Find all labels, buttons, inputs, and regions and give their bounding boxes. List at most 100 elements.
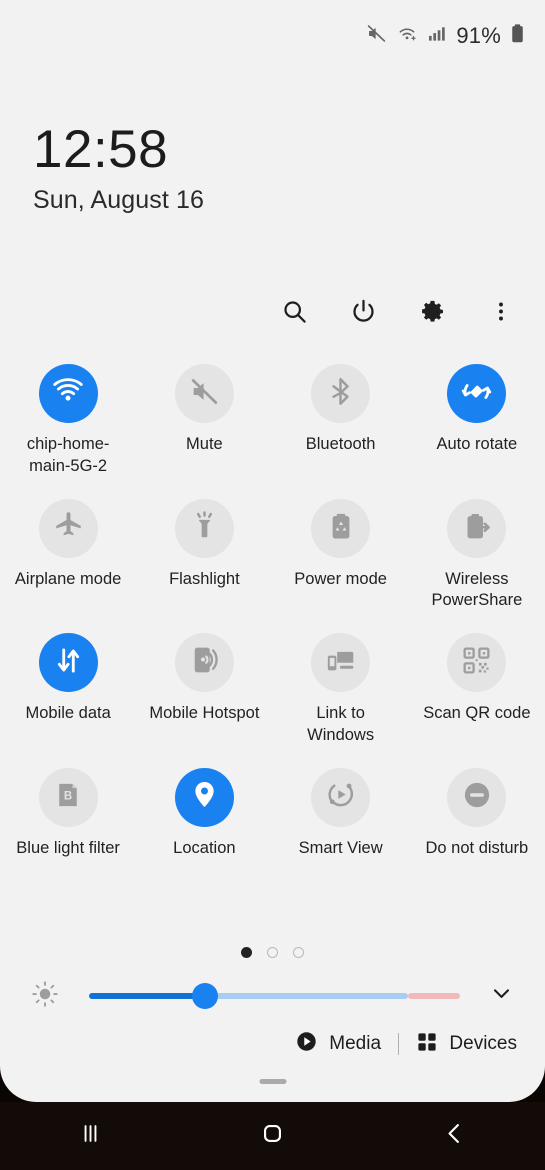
tile-smart-view[interactable]: Smart View (273, 767, 409, 860)
wifi-icon (51, 374, 85, 413)
recents-button[interactable] (0, 1102, 182, 1170)
back-button[interactable] (363, 1102, 545, 1170)
back-icon (441, 1120, 468, 1152)
tile-auto-rotate[interactable]: Auto rotate (409, 364, 545, 478)
tile-icon-circle (447, 767, 507, 827)
panel-drag-handle[interactable] (259, 1079, 286, 1084)
tile-label: Flashlight (169, 569, 240, 588)
tile-label: Blue light filter (16, 838, 120, 857)
tile-blue-light-filter[interactable]: B Blue light filter (0, 767, 136, 860)
page-dot-3[interactable] (293, 947, 304, 958)
tile-flashlight[interactable]: Flashlight (136, 498, 272, 613)
tile-icon-circle (311, 498, 371, 558)
tile-mobile-hotspot[interactable]: Mobile Hotspot (136, 633, 272, 747)
gear-icon (419, 298, 446, 330)
clock-time: 12:58 (33, 120, 169, 179)
home-button[interactable] (182, 1102, 364, 1170)
tile-icon-circle (174, 364, 234, 423)
quick-settings-panel: 91% 12:58 Sun, August 16 chip-home-main-… (0, 0, 545, 1102)
tile-icon-circle (311, 633, 371, 693)
mobile-data-icon (53, 645, 84, 681)
tile-icon-circle (311, 767, 371, 827)
brightness-slider[interactable] (89, 983, 460, 1009)
tile-label: Do not disturb (425, 838, 529, 857)
grid-squares-icon (416, 1031, 438, 1058)
do-not-disturb-icon (461, 779, 493, 816)
tile-bluetooth[interactable]: Bluetooth (273, 364, 409, 478)
status-bar: 91% (366, 0, 545, 72)
quick-settings-tiles: chip-home-main-5G-2 Mute Bluetooth Auto … (0, 364, 545, 859)
tile-label: Mobile data (25, 704, 111, 723)
power-button[interactable] (341, 292, 385, 336)
mute-icon (189, 376, 220, 412)
tile-airplane-mode[interactable]: Airplane mode (0, 498, 136, 613)
home-icon (259, 1120, 286, 1152)
brightness-expand-button[interactable] (484, 979, 518, 1013)
qr-code-icon (462, 646, 491, 680)
tile-do-not-disturb[interactable]: Do not disturb (409, 767, 545, 860)
tile-icon-circle (447, 364, 507, 423)
tile-icon-circle (447, 633, 507, 693)
tile-icon-circle (174, 633, 234, 693)
chevron-down-icon (489, 981, 514, 1011)
airplane-icon (53, 510, 84, 546)
settings-button[interactable] (410, 292, 454, 336)
tile-icon-circle (38, 364, 98, 423)
media-button[interactable]: Media (295, 1030, 381, 1058)
tile-label: Location (173, 838, 236, 857)
blue-light-filter-icon: B (53, 780, 83, 815)
page-indicator (0, 947, 545, 958)
tile-scan-qr-code[interactable]: Scan QR code (409, 633, 545, 747)
tile-icon-circle (447, 498, 507, 558)
bottom-bar-divider (398, 1033, 400, 1055)
tile-mute[interactable]: Mute (136, 364, 272, 478)
tile-icon-circle (174, 767, 234, 827)
slider-thumb[interactable] (192, 983, 218, 1009)
navigation-bar (0, 1102, 545, 1170)
panel-bottom-bar: Media Devices (295, 1030, 517, 1058)
page-dot-2[interactable] (267, 947, 278, 958)
wireless-powershare-icon (462, 511, 492, 546)
tile-label: Wireless PowerShare (431, 569, 523, 610)
tile-label: Bluetooth (305, 435, 376, 453)
auto-rotate-icon (460, 375, 493, 413)
tile-label: chip-home-main-5G-2 (26, 435, 110, 475)
wifi-icon (396, 23, 418, 49)
battery-icon (510, 23, 525, 49)
slider-track-filled (89, 993, 206, 999)
tile-wireless-powershare[interactable]: Wireless PowerShare (409, 498, 545, 613)
brightness-sun-icon (30, 979, 60, 1014)
mute-icon (366, 23, 387, 49)
tile-icon-circle (311, 364, 371, 423)
search-button[interactable] (272, 292, 316, 336)
play-circle-icon (295, 1030, 318, 1058)
tile-power-mode[interactable]: Power mode (273, 498, 409, 613)
tile-label: Link to Windows (307, 704, 375, 744)
tile-icon-circle: B (38, 767, 98, 827)
tile-wifi[interactable]: chip-home-main-5G-2 (0, 364, 136, 478)
tile-icon-circle (38, 633, 98, 693)
page-dot-1[interactable] (241, 947, 252, 958)
bluetooth-icon (325, 376, 356, 412)
panel-toolbar (272, 292, 523, 336)
tile-icon-circle (38, 498, 98, 558)
tile-location[interactable]: Location (136, 767, 272, 860)
battery-percentage: 91% (456, 23, 501, 48)
location-pin-icon (189, 779, 220, 815)
smart-view-icon (325, 779, 356, 815)
tile-label: Scan QR code (423, 704, 531, 723)
flashlight-icon (189, 510, 220, 546)
more-options-button[interactable] (479, 292, 523, 336)
tile-label: Power mode (294, 569, 387, 588)
power-mode-icon (326, 511, 356, 546)
recents-icon (77, 1120, 104, 1152)
tile-label: Mute (186, 435, 223, 453)
search-icon (281, 298, 308, 330)
clock-block: 12:58 Sun, August 16 (33, 120, 204, 215)
tile-mobile-data[interactable]: Mobile data (0, 633, 136, 747)
devices-button[interactable]: Devices (416, 1031, 517, 1058)
slider-track-remaining (206, 993, 408, 999)
clock-date: Sun, August 16 (33, 186, 204, 215)
slider-track-extra-brightness (408, 993, 460, 999)
tile-link-to-windows[interactable]: Link to Windows (273, 633, 409, 747)
